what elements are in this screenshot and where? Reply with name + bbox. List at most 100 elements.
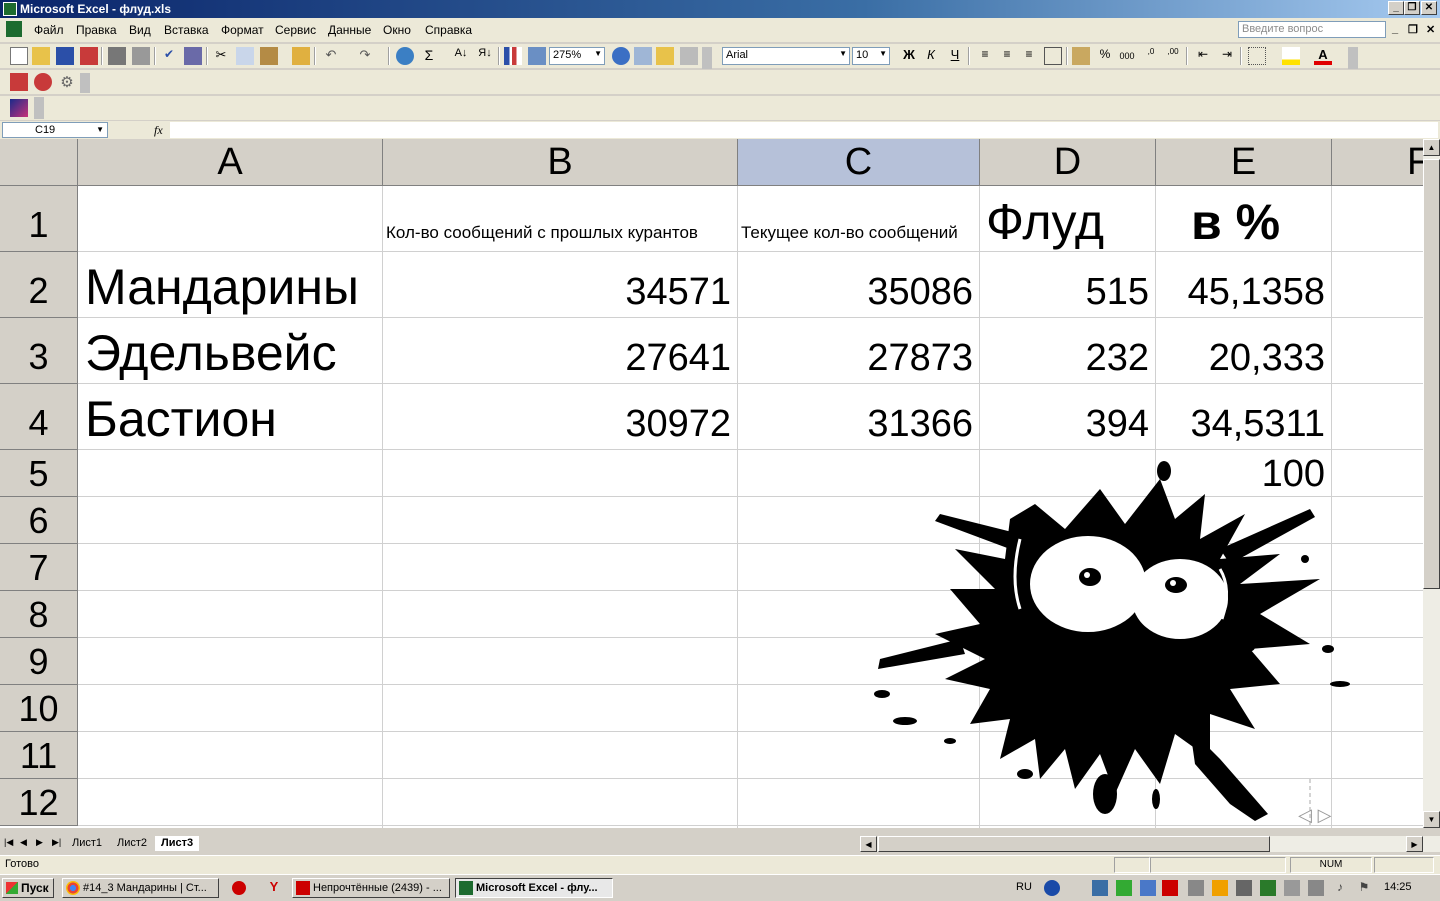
formula-input[interactable] [170, 122, 1438, 138]
row-header-12[interactable]: 12 [0, 779, 78, 826]
maximize-button[interactable]: ❐ [1404, 1, 1420, 15]
close-button[interactable]: ✕ [1421, 1, 1437, 15]
minimize-button[interactable]: _ [1388, 1, 1404, 15]
cell-b1[interactable]: Кол-во сообщений с прошлых курантов [386, 223, 698, 243]
row-header-9[interactable]: 9 [0, 638, 78, 685]
workbook-icon[interactable] [6, 21, 22, 37]
scroll-right-icon[interactable]: ▶ [1406, 836, 1423, 852]
prev-sheet-icon[interactable]: ◀ [20, 837, 27, 848]
monitor-tray-icon[interactable] [1260, 880, 1276, 896]
formatting-toolbar-options-icon[interactable] [1348, 47, 1358, 69]
cell-e4[interactable]: 34,5311 [1190, 403, 1325, 446]
addin-toolbar-options-icon[interactable] [80, 73, 90, 93]
cell-d3[interactable]: 232 [1086, 337, 1149, 380]
row-header-2[interactable]: 2 [0, 252, 78, 318]
cell-b3[interactable]: 27641 [625, 337, 731, 380]
increase-decimal-icon[interactable]: ,0 [1142, 47, 1160, 65]
excel-app-icon[interactable] [3, 2, 17, 16]
language-indicator[interactable]: RU [1016, 881, 1032, 893]
cell-e2[interactable]: 45,1358 [1188, 271, 1325, 314]
sheet-tab-3[interactable]: Лист3 [155, 836, 200, 851]
thousands-separator-icon[interactable]: 000 [1118, 47, 1136, 65]
copy-icon[interactable] [236, 47, 254, 65]
task-mail[interactable]: Непрочтённые (2439) - ... [292, 878, 450, 898]
currency-icon[interactable] [1072, 47, 1090, 65]
cell-c1[interactable]: Текущее кол-во сообщений [741, 223, 958, 243]
cell-a3[interactable]: Эдельвейс [85, 324, 337, 382]
cell-c4[interactable]: 31366 [867, 403, 973, 446]
drawing-icon[interactable] [528, 47, 546, 65]
autosum-icon[interactable]: Σ [420, 47, 438, 65]
sheet-tab-2[interactable]: Лист2 [111, 836, 153, 851]
select-all-corner[interactable] [0, 139, 78, 186]
row-header-1[interactable]: 1 [0, 186, 78, 252]
cell-d2[interactable]: 515 [1086, 271, 1149, 314]
save-icon[interactable] [56, 47, 74, 65]
open-icon[interactable] [32, 47, 50, 65]
antivirus-tray-icon[interactable] [1116, 880, 1132, 896]
row-header-7[interactable]: 7 [0, 544, 78, 591]
font-size-combo[interactable]: 10 ▼ [852, 47, 890, 65]
last-sheet-icon[interactable]: ▶| [52, 837, 61, 848]
first-sheet-icon[interactable]: |◀ [4, 837, 13, 848]
sort-ascending-icon[interactable]: A↓ [452, 47, 470, 65]
cell-d4[interactable]: 394 [1086, 403, 1149, 446]
menu-format[interactable]: Формат [221, 23, 264, 37]
borders-icon[interactable] [1248, 47, 1266, 65]
menu-data[interactable]: Данные [328, 23, 371, 37]
horizontal-scrollbar[interactable]: ◀ ▶ [860, 836, 1440, 852]
workbook-restore-button[interactable]: ❐ [1408, 23, 1418, 36]
row-header-8[interactable]: 8 [0, 591, 78, 638]
fill-color-icon[interactable] [1282, 47, 1300, 65]
vertical-scroll-thumb[interactable] [1423, 159, 1440, 589]
cut-icon[interactable]: ✂ [212, 47, 230, 65]
cell-a4[interactable]: Бастион [85, 390, 277, 448]
align-right-icon[interactable]: ≡ [1020, 47, 1038, 65]
column-header-c[interactable]: C [738, 139, 980, 186]
mail-tray-icon[interactable] [1162, 880, 1178, 896]
pdf-convert-icon[interactable] [10, 73, 28, 91]
cell-e1[interactable]: в % [1191, 193, 1280, 251]
cell-e3[interactable]: 20,333 [1209, 337, 1325, 380]
row-header-4[interactable]: 4 [0, 384, 78, 450]
new-icon[interactable] [10, 47, 28, 65]
research-icon[interactable] [184, 47, 202, 65]
permission-icon[interactable] [80, 47, 98, 65]
cell-b4[interactable]: 30972 [625, 403, 731, 446]
scroll-down-icon[interactable]: ▼ [1423, 811, 1440, 828]
vba-toolbar-options-icon[interactable] [34, 97, 44, 119]
toolbar-options-chevron-icon[interactable] [702, 47, 712, 69]
merge-center-icon[interactable] [1044, 47, 1062, 65]
volume-icon[interactable]: ♪ [1332, 880, 1348, 896]
task-excel[interactable]: Microsoft Excel - флу... [455, 878, 613, 898]
cell-d1[interactable]: Флуд [986, 193, 1104, 251]
column-header-f[interactable]: F [1332, 139, 1423, 186]
align-left-icon[interactable]: ≡ [976, 47, 994, 65]
name-box[interactable]: C19 ▼ [2, 122, 108, 138]
yandex-icon[interactable]: Y [266, 879, 282, 895]
menu-file[interactable]: Файл [34, 23, 64, 37]
workbook-close-button[interactable]: ✕ [1426, 23, 1435, 36]
task-chrome[interactable]: #14_3 Мандарины | Ст... [62, 878, 219, 898]
cell-c3[interactable]: 27873 [867, 337, 973, 380]
display-tray-icon[interactable] [1308, 880, 1324, 896]
font-name-combo[interactable]: Arial ▼ [722, 47, 850, 65]
scroll-left-icon[interactable]: ◀ [860, 836, 877, 852]
insert-function-icon[interactable]: fx [154, 123, 163, 138]
row-header-3[interactable]: 3 [0, 318, 78, 384]
row-header-11[interactable]: 11 [0, 732, 78, 779]
row-header-10[interactable]: 10 [0, 685, 78, 732]
flag-icon[interactable]: ⚑ [1356, 880, 1372, 896]
zoom-combo[interactable]: 275% ▼ [549, 47, 605, 65]
worksheet-grid[interactable]: A B C D E F 1 2 3 4 5 6 7 8 9 10 11 12 К… [0, 139, 1423, 828]
menu-view[interactable]: Вид [129, 23, 151, 37]
help-tray-icon[interactable] [1044, 880, 1060, 896]
help-icon[interactable] [612, 47, 630, 65]
increase-indent-icon[interactable]: ⇥ [1218, 47, 1236, 65]
chart-wizard-icon[interactable] [504, 47, 522, 65]
align-center-icon[interactable]: ≡ [998, 47, 1016, 65]
scroll-up-icon[interactable]: ▲ [1423, 139, 1440, 156]
options-icon[interactable] [680, 47, 698, 65]
format-painter-icon[interactable] [292, 47, 310, 65]
menu-edit[interactable]: Правка [76, 23, 117, 37]
